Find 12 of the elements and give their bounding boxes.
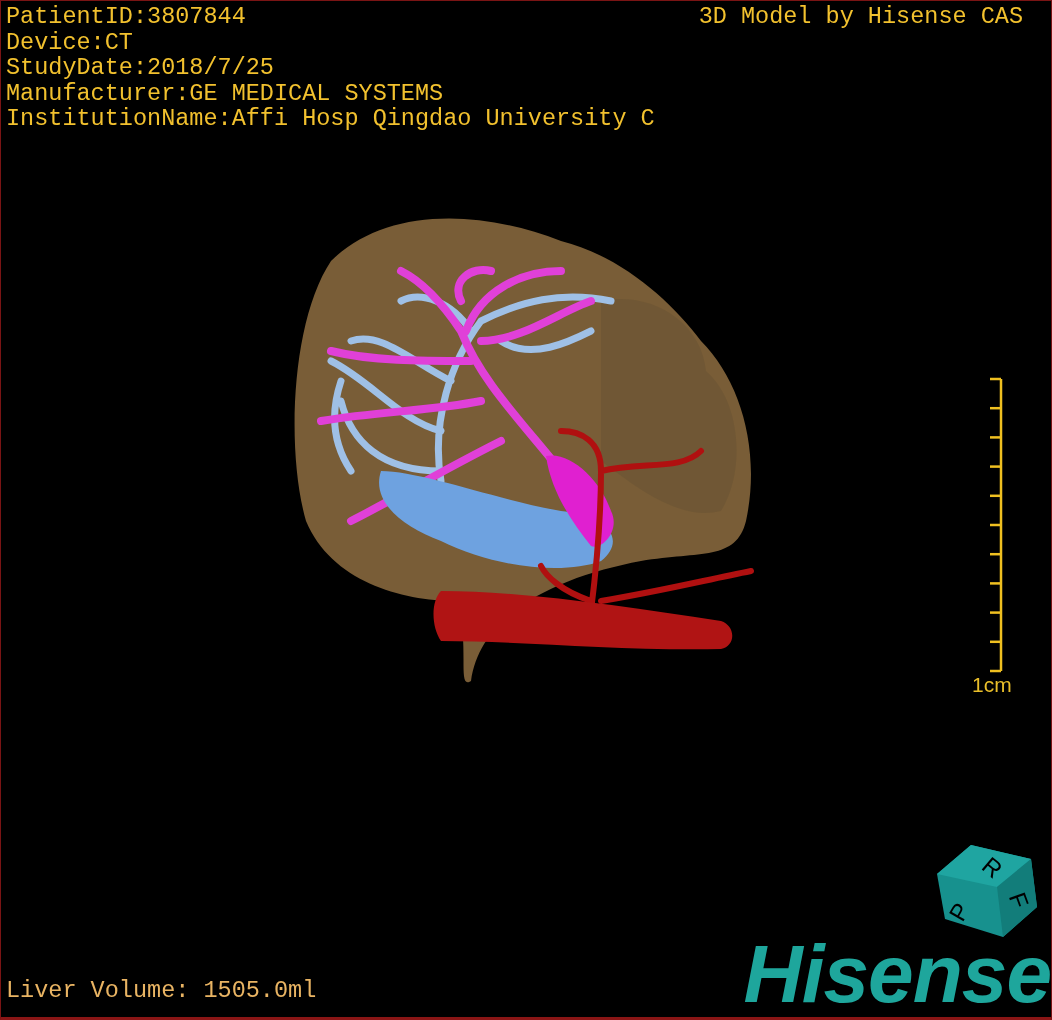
brand-logo: Hisense	[743, 937, 1051, 1011]
cube-face-label: P	[943, 898, 975, 926]
liver-volume-readout: Liver Volume: 1505.0ml	[6, 977, 317, 1003]
study-info-line: InstitutionName:Affi Hosp Qingdao University C	[6, 106, 655, 132]
cube-face-label: R	[977, 851, 1008, 884]
cube-face-label: F	[1003, 888, 1035, 912]
model-caption: 3D Model by Hisense CAS	[698, 4, 1023, 30]
study-info-line: PatientID:3807844	[6, 4, 247, 30]
study-info-line: StudyDate:2018/7/25	[6, 55, 275, 81]
study-info-line: Manufacturer:GE MEDICAL SYSTEMS	[6, 80, 445, 106]
scale-label: 1cm	[972, 673, 1012, 697]
study-info-line: Device:CT	[6, 29, 134, 55]
